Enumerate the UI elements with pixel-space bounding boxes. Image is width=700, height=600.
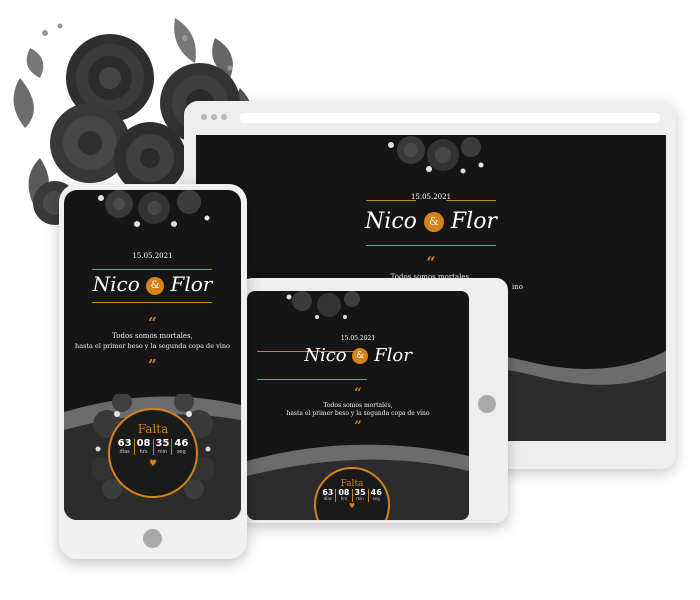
address-bar[interactable] xyxy=(240,113,660,123)
countdown-minutes: 35 xyxy=(155,438,170,449)
gold-divider xyxy=(446,200,496,201)
ampersand-badge: & xyxy=(423,212,444,232)
quote-close-icon: ” xyxy=(148,356,157,374)
countdown-days-label: días xyxy=(119,448,130,455)
ampersand-badge: & xyxy=(146,276,165,295)
name-right: Flor xyxy=(170,272,213,296)
phone-screen: 15.05.2021 Nico & Flor “ Todos somos mor… xyxy=(64,190,241,520)
couple-names: Nico & Flor xyxy=(247,345,469,366)
gold-divider xyxy=(92,302,212,303)
quote-open-icon: “ xyxy=(426,253,436,272)
flowers-decoration xyxy=(286,291,360,319)
quote-close-icon: ” xyxy=(354,419,362,434)
name-left: Nico xyxy=(365,209,417,234)
gold-divider xyxy=(366,245,496,246)
countdown-row: 63 días 08 hrs 35 min 46 seg xyxy=(110,438,196,455)
phone-mockup: 15.05.2021 Nico & Flor “ Todos somos mor… xyxy=(59,184,247,559)
verse-line-2-tail: ino xyxy=(512,283,523,291)
countdown-days: 63 xyxy=(117,438,132,449)
gold-divider xyxy=(92,269,212,270)
quote-open-icon: “ xyxy=(148,314,157,332)
verse-line-2: hasta el primer beso y la segunda copa d… xyxy=(75,342,230,350)
wedding-date: 15.05.2021 xyxy=(132,252,173,260)
couple-names: Nico & Flor xyxy=(64,272,241,296)
countdown-minutes-label: min xyxy=(157,448,168,455)
countdown-seconds-label: seg xyxy=(372,496,380,502)
name-right: Flor xyxy=(374,345,412,366)
countdown-title: Falta xyxy=(137,422,169,436)
countdown-minutes-label: min xyxy=(356,496,364,502)
tablet-mockup: 15.05.2021 Nico & Flor “ Todos somos mor… xyxy=(240,278,508,523)
window-dot-icon xyxy=(211,114,217,120)
wedding-date: 15.05.2021 xyxy=(410,193,452,201)
heart-icon: ♥ xyxy=(348,501,356,510)
window-dot-icon xyxy=(221,114,227,120)
countdown-hours-label: hrs xyxy=(139,448,148,455)
tablet-screen: 15.05.2021 Nico & Flor “ Todos somos mor… xyxy=(247,291,469,520)
verse-line-2: hasta el primer beso y la segunda copa d… xyxy=(286,410,430,417)
verse-line-1: Todos somos mortales, xyxy=(323,402,393,409)
ampersand-badge: & xyxy=(352,348,369,364)
countdown-days-label: días xyxy=(323,496,332,502)
couple-names: Nico & Flor xyxy=(196,209,666,234)
wedding-date: 15.05.2021 xyxy=(340,335,376,342)
window-dot-icon xyxy=(201,114,207,120)
heart-icon: ♥ xyxy=(148,459,158,469)
name-left: Nico xyxy=(304,345,347,366)
countdown-hours: 08 xyxy=(136,438,151,449)
phone-home-button[interactable] xyxy=(143,529,162,548)
flowers-decoration xyxy=(388,136,484,174)
tablet-home-button[interactable] xyxy=(478,395,496,413)
countdown-hours-label: hrs xyxy=(340,496,348,502)
countdown-seconds-label: seg xyxy=(176,448,186,455)
flowers-decoration xyxy=(98,190,210,227)
gold-divider xyxy=(366,200,416,201)
window-dots xyxy=(201,114,227,120)
countdown-row: 63 días 08 hrs 35 min 46 seg xyxy=(316,488,388,502)
verse-line-1: Todos somos mortales, xyxy=(112,332,193,340)
countdown-seconds: 46 xyxy=(174,438,189,449)
name-right: Flor xyxy=(450,209,497,234)
gold-divider xyxy=(257,379,367,380)
name-left: Nico xyxy=(92,272,140,296)
quote-open-icon: “ xyxy=(354,386,362,401)
countdown-timer: Falta 63 días 08 hrs 35 min 46 seg ♥ xyxy=(108,408,198,498)
